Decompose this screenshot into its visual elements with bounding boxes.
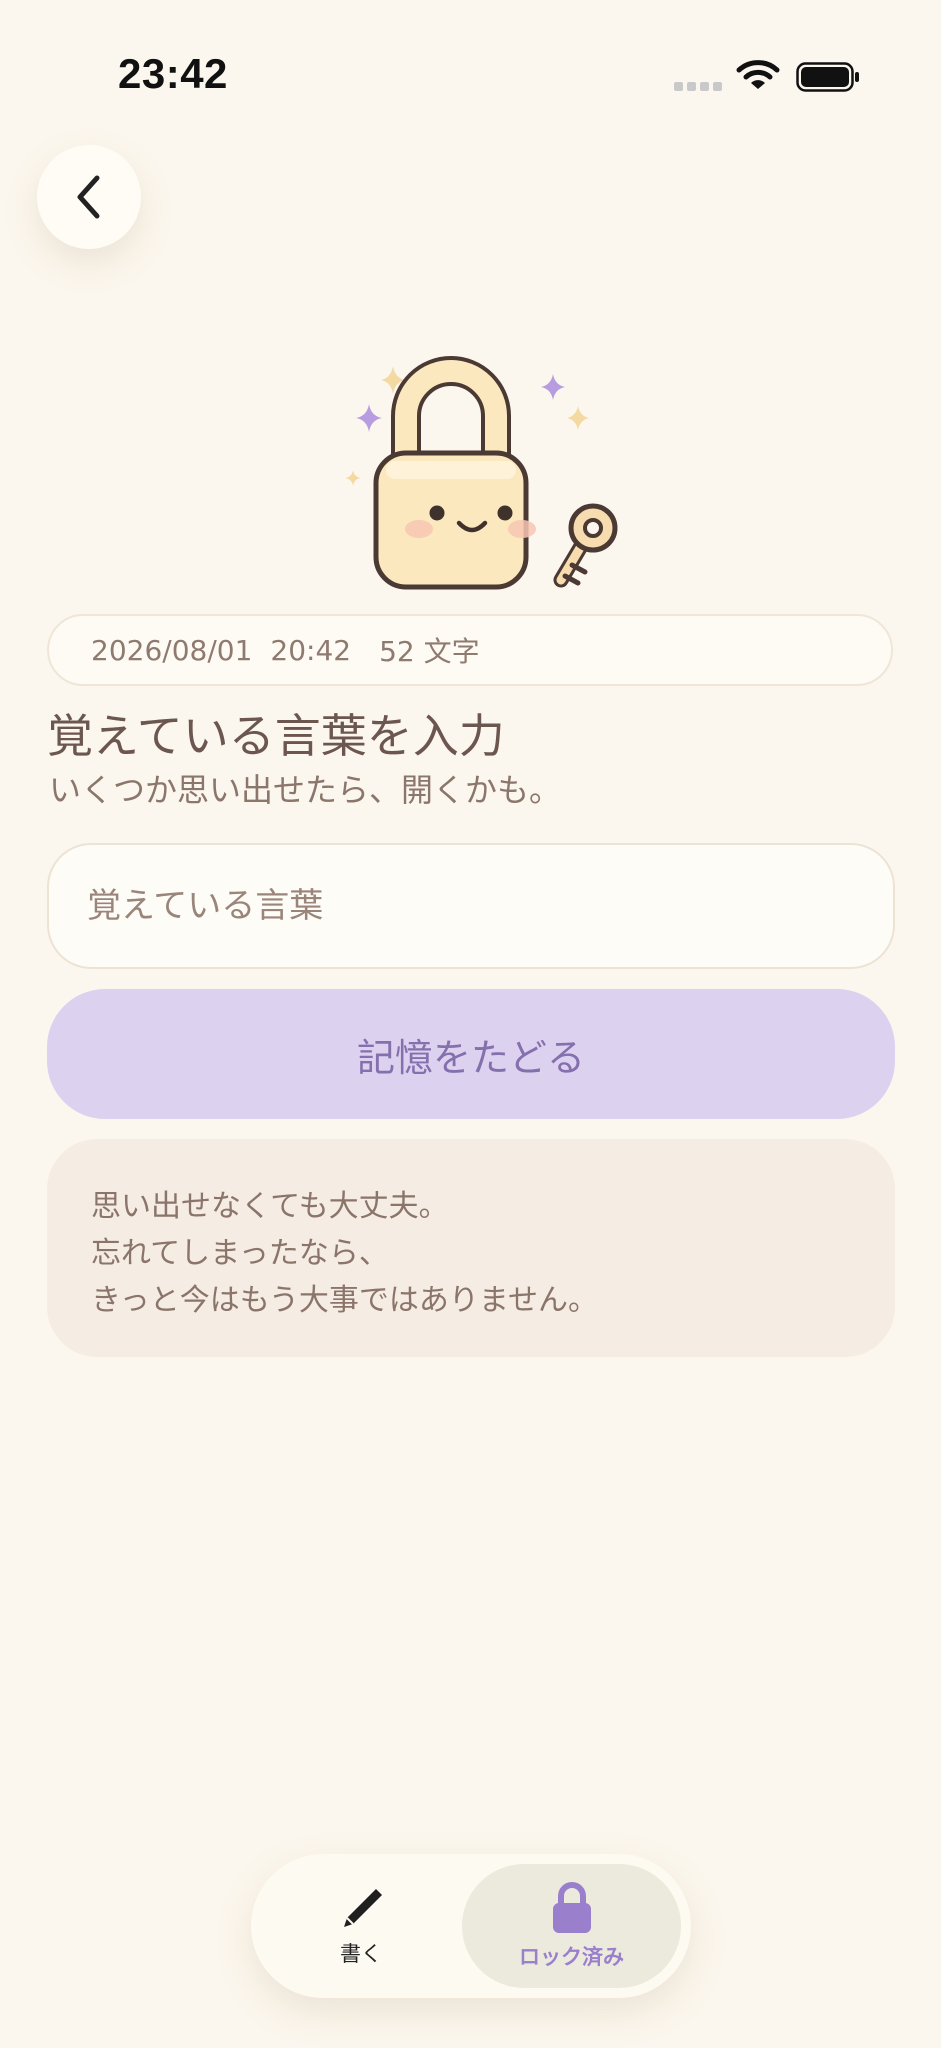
- wifi-icon: [736, 60, 780, 89]
- note-line: 思い出せなくても大丈夫。: [91, 1189, 449, 1224]
- smiling-padlock-with-key-illustration: [345, 356, 618, 590]
- note-line: 忘れてしまったなら、: [91, 1236, 389, 1271]
- tab-locked[interactable]: ロック済み: [462, 1864, 681, 1988]
- note-line: きっと今はもう大事ではありません。: [91, 1283, 598, 1318]
- status-time: 23:42: [118, 50, 228, 97]
- chevron-left-icon: [77, 175, 100, 219]
- trace-memory-button[interactable]: 記憶をたどる: [47, 989, 895, 1119]
- page-title: 覚えている言葉を入力: [47, 709, 505, 763]
- battery-icon: [796, 62, 859, 92]
- bottom-tab-bar: 書く ロック済み: [251, 1854, 691, 1998]
- entry-date: 2026/08/01: [91, 633, 253, 667]
- tab-write-label: 書く: [340, 1942, 382, 1966]
- remembered-words-input[interactable]: [47, 843, 895, 969]
- page-subtitle: いくつか思い出せたら、開くかも。: [49, 771, 562, 809]
- tab-write[interactable]: 書く: [281, 1864, 441, 1988]
- pencil-icon: [344, 1889, 382, 1927]
- entry-time: 20:42: [270, 633, 352, 667]
- back-button[interactable]: [37, 145, 141, 249]
- lock-icon: [552, 1882, 591, 1933]
- entry-meta-pill: 2026/08/01 20:42 52 文字: [47, 614, 893, 686]
- tab-locked-label: ロック済み: [519, 1945, 624, 1969]
- signal-dots: [674, 82, 722, 91]
- entry-char-count: 52 文字: [379, 635, 480, 668]
- reassurance-note: 思い出せなくても大丈夫。 忘れてしまったなら、 きっと今はもう大事ではありません…: [47, 1139, 895, 1357]
